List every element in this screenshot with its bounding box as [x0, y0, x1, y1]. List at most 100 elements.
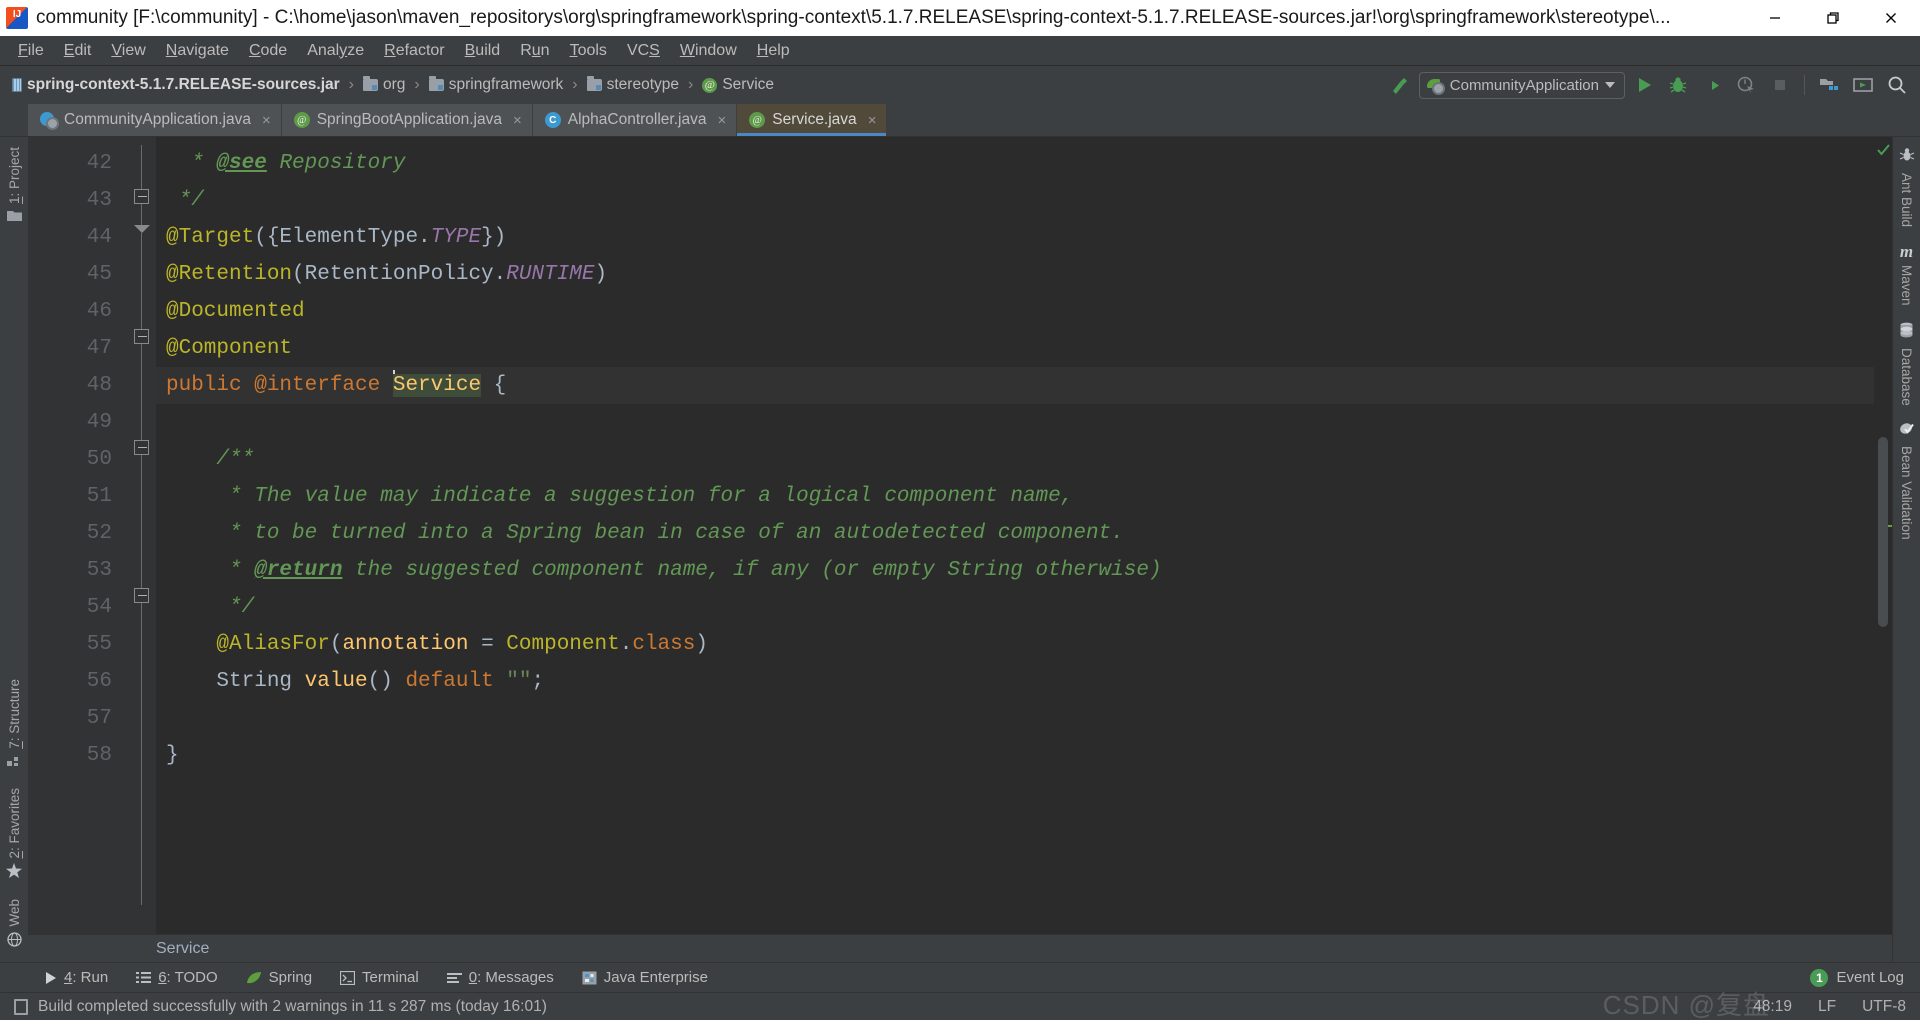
- stop-icon[interactable]: [1765, 70, 1795, 100]
- line-separator[interactable]: LF: [1818, 998, 1836, 1016]
- code-line[interactable]: [156, 404, 1874, 441]
- code-line[interactable]: [156, 700, 1874, 737]
- code-line[interactable]: @Documented: [156, 293, 1874, 330]
- menu-item-code[interactable]: Code: [239, 39, 297, 63]
- menu-item-tools[interactable]: Tools: [560, 39, 617, 63]
- tool-window-button-label: 4: Run: [64, 969, 109, 986]
- fold-marker-43[interactable]: [134, 189, 149, 204]
- menu-item-vcs[interactable]: VCS: [617, 39, 670, 63]
- sidebar-item-antbuild[interactable]: Ant Build: [1899, 141, 1915, 237]
- code-content[interactable]: * @see Repository */ @Target({ElementType…: [156, 137, 1874, 934]
- sidebar-item-database[interactable]: Database: [1899, 316, 1914, 416]
- file-encoding[interactable]: UTF-8: [1862, 998, 1906, 1016]
- debug-icon[interactable]: [1663, 70, 1693, 100]
- tool-window-button-6todo[interactable]: 6: TODO: [122, 969, 231, 986]
- tool-window-button-terminal[interactable]: Terminal: [326, 969, 433, 986]
- right-tool-sidebar: Ant Build m Maven Database Bean Validation: [1892, 137, 1920, 962]
- sidebar-item-7structure[interactable]: 7: Structure: [6, 673, 22, 782]
- run-configuration-selector[interactable]: CommunityApplication: [1418, 71, 1625, 99]
- breadcrumb-item-stereotype[interactable]: stereotype: [585, 74, 681, 96]
- sidebar-item-2favorites[interactable]: 2: Favorites: [6, 782, 22, 894]
- tool-window-button-label: 0: Messages: [468, 969, 554, 986]
- menu-item-navigate[interactable]: Navigate: [156, 39, 239, 63]
- code-line[interactable]: @Component: [156, 330, 1874, 367]
- menu-item-view[interactable]: View: [101, 39, 155, 63]
- editor-scrollbar-thumb[interactable]: [1878, 437, 1888, 627]
- open-terminal-icon[interactable]: [1848, 70, 1878, 100]
- breadcrumb-item-org[interactable]: org: [361, 74, 407, 96]
- code-token: the suggested component name, if any (or…: [342, 559, 1162, 582]
- breadcrumb-item-service[interactable]: @ Service: [700, 74, 776, 96]
- java-enterprise-icon: [582, 971, 597, 985]
- editor-tab-alphacontrollerjava[interactable]: C AlphaController.java ×: [532, 104, 738, 136]
- code-line[interactable]: /**: [156, 441, 1874, 478]
- menu-item-refactor[interactable]: Refactor: [374, 39, 454, 63]
- tool-window-button-0messages[interactable]: 0: Messages: [433, 969, 568, 986]
- menu-item-analyze[interactable]: Analyze: [297, 39, 374, 63]
- code-token: ): [695, 633, 708, 656]
- editor-pane: 42 43 44 45 46 47 48 49 50 51 52 53 54 55 56 57 58 * @se…: [28, 137, 1892, 962]
- close-tab-icon[interactable]: ×: [868, 112, 877, 129]
- code-line[interactable]: }: [156, 737, 1874, 774]
- intellij-window: community [F:\community] - C:\home\jason…: [0, 0, 1920, 1020]
- sidebar-item-web[interactable]: Web: [7, 893, 22, 962]
- sidebar-item-beanvalidation[interactable]: Bean Validation: [1899, 415, 1915, 550]
- sidebar-item-label: Database: [1899, 347, 1914, 406]
- profiler-icon[interactable]: [1731, 70, 1761, 100]
- build-hammer-icon[interactable]: [1385, 70, 1415, 100]
- tool-window-button-javaenterprise[interactable]: Java Enterprise: [568, 969, 722, 986]
- editor-tab-springbootapplicationjava[interactable]: @ SpringBootApplication.java ×: [281, 104, 533, 136]
- code-token: */: [166, 189, 204, 212]
- sidebar-item-maven[interactable]: m Maven: [1899, 237, 1914, 316]
- editor-body[interactable]: 42 43 44 45 46 47 48 49 50 51 52 53 54 55 56 57 58 * @se…: [28, 137, 1892, 934]
- fold-marker-47[interactable]: [134, 329, 149, 344]
- menu-item-help[interactable]: Help: [747, 39, 800, 63]
- tool-window-button-spring[interactable]: Spring: [232, 969, 326, 986]
- event-log-area[interactable]: 1 Event Log: [1810, 968, 1920, 987]
- code-folding-column[interactable]: [128, 137, 156, 934]
- close-tab-icon[interactable]: ×: [262, 112, 271, 129]
- fold-arrow-44[interactable]: [134, 225, 150, 233]
- breadcrumb-separator: ›: [348, 76, 354, 93]
- editor-tab-servicejava[interactable]: @ Service.java ×: [737, 104, 888, 136]
- run-coverage-icon[interactable]: [1697, 70, 1727, 100]
- sidebar-item-1project[interactable]: 1: Project: [6, 141, 22, 237]
- editor-breadcrumb[interactable]: Service: [28, 934, 1892, 962]
- code-line[interactable]: */: [156, 182, 1874, 219]
- menu-item-edit[interactable]: Edit: [54, 39, 102, 63]
- menu-item-run[interactable]: Run: [510, 39, 559, 63]
- inspection-ok-icon[interactable]: [1877, 143, 1890, 156]
- restore-icon[interactable]: [1804, 0, 1862, 36]
- code-line[interactable]: @AliasFor(annotation = Component.class): [156, 626, 1874, 663]
- project-structure-icon[interactable]: [1814, 70, 1844, 100]
- code-line[interactable]: */: [156, 589, 1874, 626]
- close-icon[interactable]: [1862, 0, 1920, 36]
- code-line[interactable]: public @interface Service {: [156, 367, 1874, 404]
- code-line[interactable]: @Target({ElementType.TYPE}): [156, 219, 1874, 256]
- code-line[interactable]: @Retention(RetentionPolicy.RUNTIME): [156, 256, 1874, 293]
- fold-marker-54[interactable]: [134, 588, 149, 603]
- code-line[interactable]: * to be turned into a Spring bean in cas…: [156, 515, 1874, 552]
- close-tab-icon[interactable]: ×: [717, 112, 726, 129]
- breadcrumb-item-springcontext517releasesourcesjar[interactable]: spring-context-5.1.7.RELEASE-sources.jar: [10, 74, 342, 96]
- editor-marker-bar[interactable]: [1874, 137, 1892, 934]
- code-line[interactable]: * @see Repository: [156, 145, 1874, 182]
- code-line[interactable]: * The value may indicate a suggestion fo…: [156, 478, 1874, 515]
- code-line[interactable]: String value() default "";: [156, 663, 1874, 700]
- close-tab-icon[interactable]: ×: [513, 112, 522, 129]
- minimize-icon[interactable]: [1746, 0, 1804, 36]
- line-number-gutter: 42 43 44 45 46 47 48 49 50 51 52 53 54 55 56 57 58: [28, 137, 128, 934]
- menu-item-build[interactable]: Build: [455, 39, 511, 63]
- editor-tab-communityapplicationjava[interactable]: CommunityApplication.java ×: [28, 104, 282, 136]
- menu-item-file[interactable]: File: [8, 39, 54, 63]
- menu-item-window[interactable]: Window: [670, 39, 747, 63]
- fold-marker-50[interactable]: [134, 440, 149, 455]
- caret-position[interactable]: 48:19: [1753, 998, 1792, 1016]
- breadcrumb-item-springframework[interactable]: springframework: [427, 74, 566, 96]
- search-icon[interactable]: [1882, 70, 1912, 100]
- tool-window-button-label: Terminal: [362, 969, 419, 986]
- run-icon[interactable]: [1629, 70, 1659, 100]
- code-line[interactable]: * @return the suggested component name, …: [156, 552, 1874, 589]
- spring-boot-class-icon: [40, 112, 59, 130]
- tool-window-button-4run[interactable]: 4: Run: [30, 969, 122, 986]
